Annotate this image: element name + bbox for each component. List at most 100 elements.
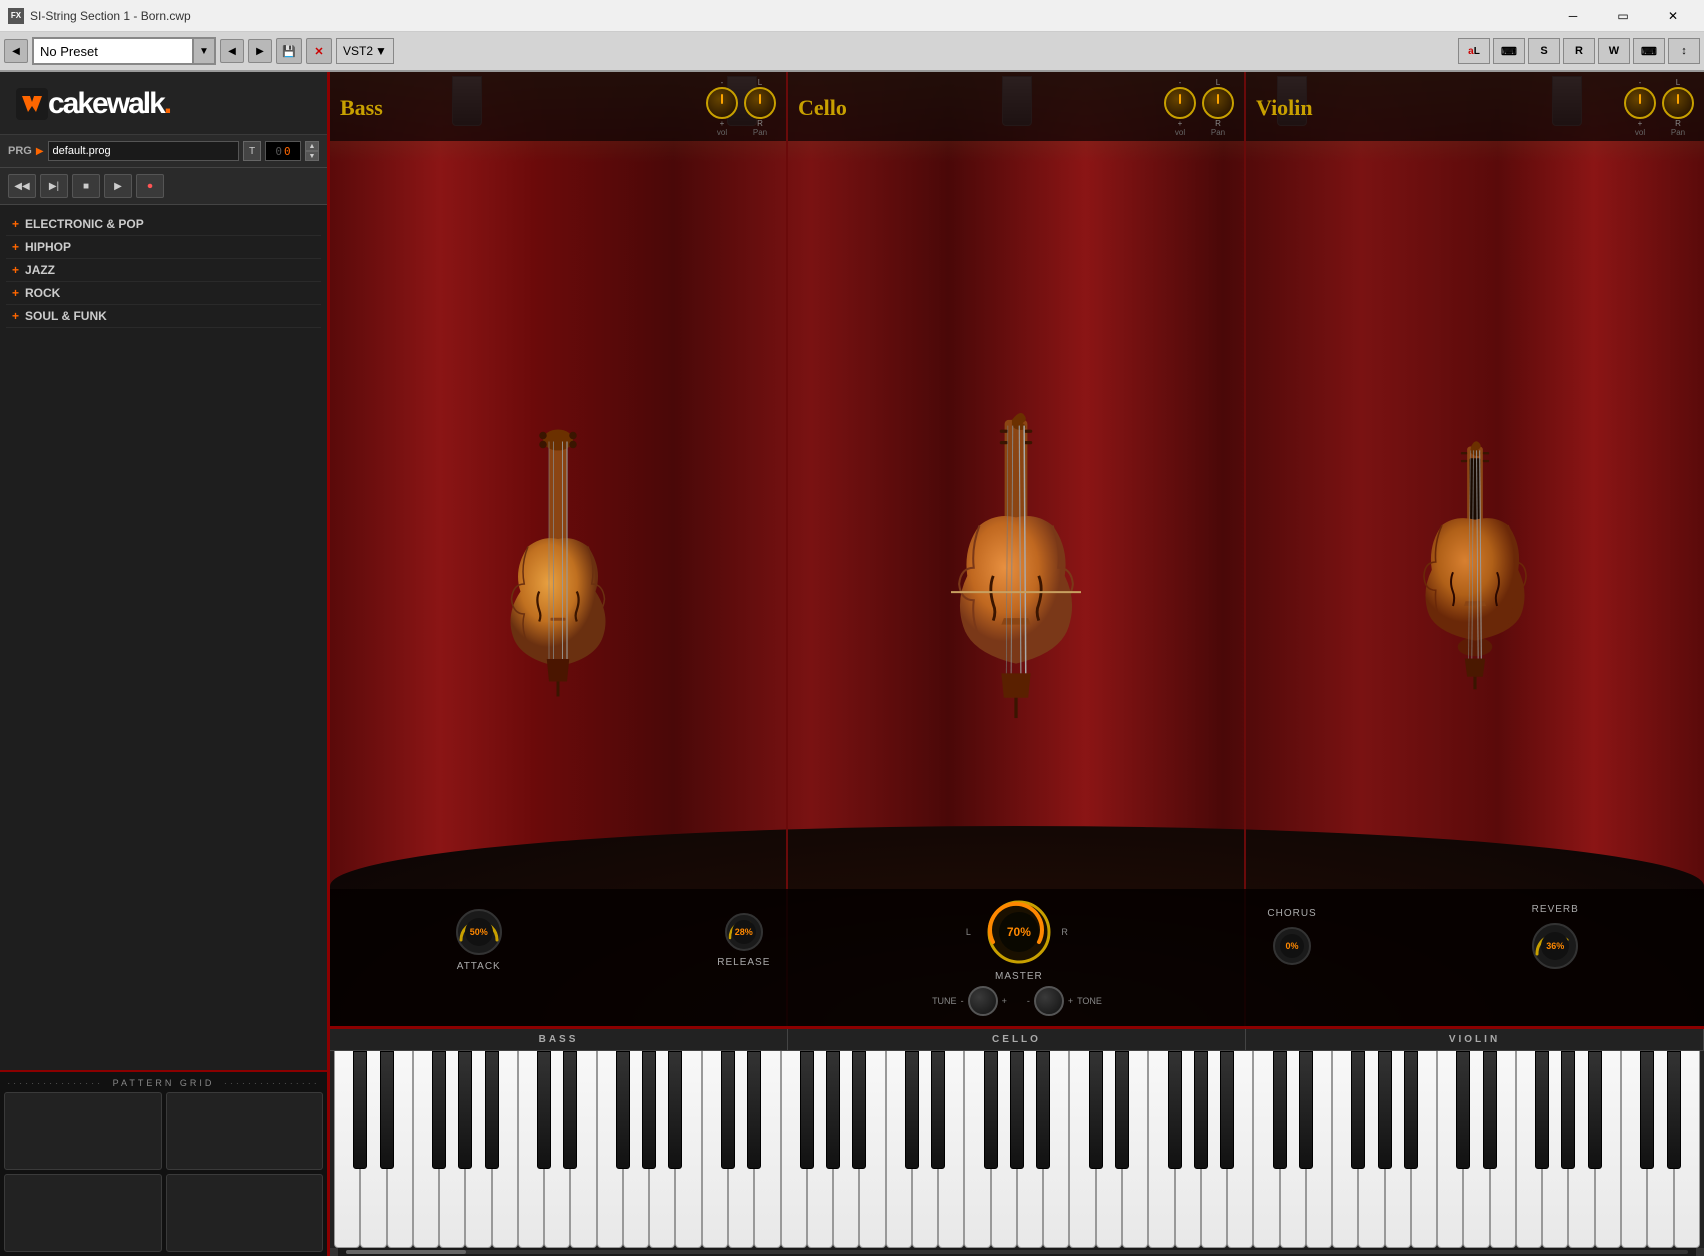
master-knob[interactable]: 70% — [982, 895, 1056, 969]
transport-stop-button[interactable]: ■ — [72, 174, 100, 198]
black-key[interactable] — [353, 1051, 367, 1169]
violin-vol-label: vol — [1635, 128, 1645, 137]
black-key[interactable] — [1378, 1051, 1392, 1169]
black-key[interactable] — [1036, 1051, 1050, 1169]
keyboard-icon-button[interactable]: ⌨ — [1493, 38, 1525, 64]
close-button[interactable]: ✕ — [1650, 2, 1696, 30]
black-key[interactable] — [1483, 1051, 1497, 1169]
black-key[interactable] — [1456, 1051, 1470, 1169]
bass-pan-knob[interactable] — [744, 87, 776, 119]
category-electronic-pop[interactable]: + ELECTRONIC & POP — [6, 213, 321, 236]
black-key[interactable] — [1299, 1051, 1313, 1169]
preset-arrow-button[interactable]: ▼ — [193, 38, 215, 64]
range-bass: BASS — [330, 1029, 788, 1050]
r-button[interactable]: R — [1563, 38, 1595, 64]
al-button[interactable]: aL — [1458, 38, 1490, 64]
black-key[interactable] — [1168, 1051, 1182, 1169]
pattern-cell-2[interactable] — [166, 1092, 324, 1170]
black-key[interactable] — [1194, 1051, 1208, 1169]
black-key[interactable] — [1351, 1051, 1365, 1169]
black-key[interactable] — [1010, 1051, 1024, 1169]
black-key[interactable] — [1273, 1051, 1287, 1169]
violin-pan-knob[interactable] — [1662, 87, 1694, 119]
violin-vol-knob[interactable] — [1624, 87, 1656, 119]
transport-play-button[interactable]: ▶ — [104, 174, 132, 198]
black-key[interactable] — [380, 1051, 394, 1169]
pattern-cell-3[interactable] — [4, 1174, 162, 1252]
transport-rewind-button[interactable]: ◀◀ — [8, 174, 36, 198]
left-panel: cakewalk. PRG ▶ T 00 ▲ ▼ ◀◀ ▶| ■ ▶ ⏺ — [0, 72, 330, 1256]
w-button[interactable]: W — [1598, 38, 1630, 64]
black-key[interactable] — [852, 1051, 866, 1169]
pattern-cell-1[interactable] — [4, 1092, 162, 1170]
save-preset-button[interactable]: 💾 — [276, 38, 302, 64]
category-rock[interactable]: + ROCK — [6, 282, 321, 305]
black-key[interactable] — [1588, 1051, 1602, 1169]
nav-prev-button[interactable]: ◀ — [4, 39, 28, 63]
black-key[interactable] — [458, 1051, 472, 1169]
next-preset-button[interactable]: ▶ — [248, 39, 272, 63]
program-name-input[interactable] — [48, 141, 239, 161]
black-key[interactable] — [1220, 1051, 1234, 1169]
chorus-knob[interactable]: 0% — [1269, 923, 1315, 969]
black-key[interactable] — [1115, 1051, 1129, 1169]
chorus-value: 0% — [1286, 941, 1299, 951]
black-key[interactable] — [616, 1051, 630, 1169]
piano-keyboard[interactable] — [330, 1051, 1704, 1248]
tone-knob[interactable] — [1034, 986, 1064, 1016]
black-key[interactable] — [1561, 1051, 1575, 1169]
black-key[interactable] — [485, 1051, 499, 1169]
black-key[interactable] — [1640, 1051, 1654, 1169]
category-hiphop[interactable]: + HIPHOP — [6, 236, 321, 259]
master-knob-wrapper: L 70% R — [982, 895, 1056, 969]
kb-scroll-thumb[interactable] — [346, 1250, 466, 1254]
tune-knob[interactable] — [968, 986, 998, 1016]
reverb-knob[interactable]: 36% — [1528, 919, 1582, 973]
prog-t-button[interactable]: T — [243, 141, 261, 161]
black-key[interactable] — [721, 1051, 735, 1169]
attack-knob[interactable]: 50% — [452, 905, 506, 959]
keyboard-area: BASS CELLO VIOLIN — [330, 1026, 1704, 1256]
chorus-control: CHORUS 0% — [1267, 908, 1316, 969]
pattern-cell-4[interactable] — [166, 1174, 324, 1252]
maximize-button[interactable]: ▭ — [1600, 2, 1646, 30]
black-key[interactable] — [537, 1051, 551, 1169]
black-key[interactable] — [826, 1051, 840, 1169]
prog-spin-up[interactable]: ▲ — [305, 141, 319, 151]
black-key[interactable] — [1404, 1051, 1418, 1169]
black-key[interactable] — [668, 1051, 682, 1169]
black-key[interactable] — [1089, 1051, 1103, 1169]
black-key[interactable] — [984, 1051, 998, 1169]
black-key[interactable] — [1535, 1051, 1549, 1169]
violin-pan-r-label: R — [1675, 119, 1681, 128]
release-knob[interactable]: 28% — [721, 909, 767, 955]
black-key[interactable] — [563, 1051, 577, 1169]
keyboard-scrollbar[interactable] — [330, 1248, 1704, 1256]
expand-button[interactable]: ↕ — [1668, 38, 1700, 64]
delete-preset-button[interactable]: ✕ — [306, 38, 332, 64]
black-key[interactable] — [747, 1051, 761, 1169]
black-key[interactable] — [642, 1051, 656, 1169]
minimize-button[interactable]: ─ — [1550, 2, 1596, 30]
midi-button[interactable]: ⌨ — [1633, 38, 1665, 64]
black-key[interactable] — [800, 1051, 814, 1169]
window-controls: ─ ▭ ✕ — [1550, 2, 1696, 30]
black-key[interactable] — [1667, 1051, 1681, 1169]
s-button[interactable]: S — [1528, 38, 1560, 64]
black-key[interactable] — [931, 1051, 945, 1169]
cello-pan-knob[interactable] — [1202, 87, 1234, 119]
expand-icon: + — [12, 286, 19, 300]
range-violin: VIOLIN — [1246, 1029, 1704, 1050]
transport-record-button[interactable]: ⏺ — [136, 174, 164, 198]
category-jazz[interactable]: + JAZZ — [6, 259, 321, 282]
prog-spin-down[interactable]: ▼ — [305, 151, 319, 161]
category-soul-funk[interactable]: + SOUL & FUNK — [6, 305, 321, 328]
cello-vol-knob[interactable] — [1164, 87, 1196, 119]
black-key[interactable] — [905, 1051, 919, 1169]
black-key[interactable] — [432, 1051, 446, 1169]
prev-preset-button[interactable]: ◀ — [220, 39, 244, 63]
vst2-dropdown[interactable]: VST2 ▼ — [336, 38, 394, 64]
transport-step-button[interactable]: ▶| — [40, 174, 68, 198]
bass-vol-knob[interactable] — [706, 87, 738, 119]
preset-dropdown[interactable]: No Preset — [33, 38, 193, 64]
